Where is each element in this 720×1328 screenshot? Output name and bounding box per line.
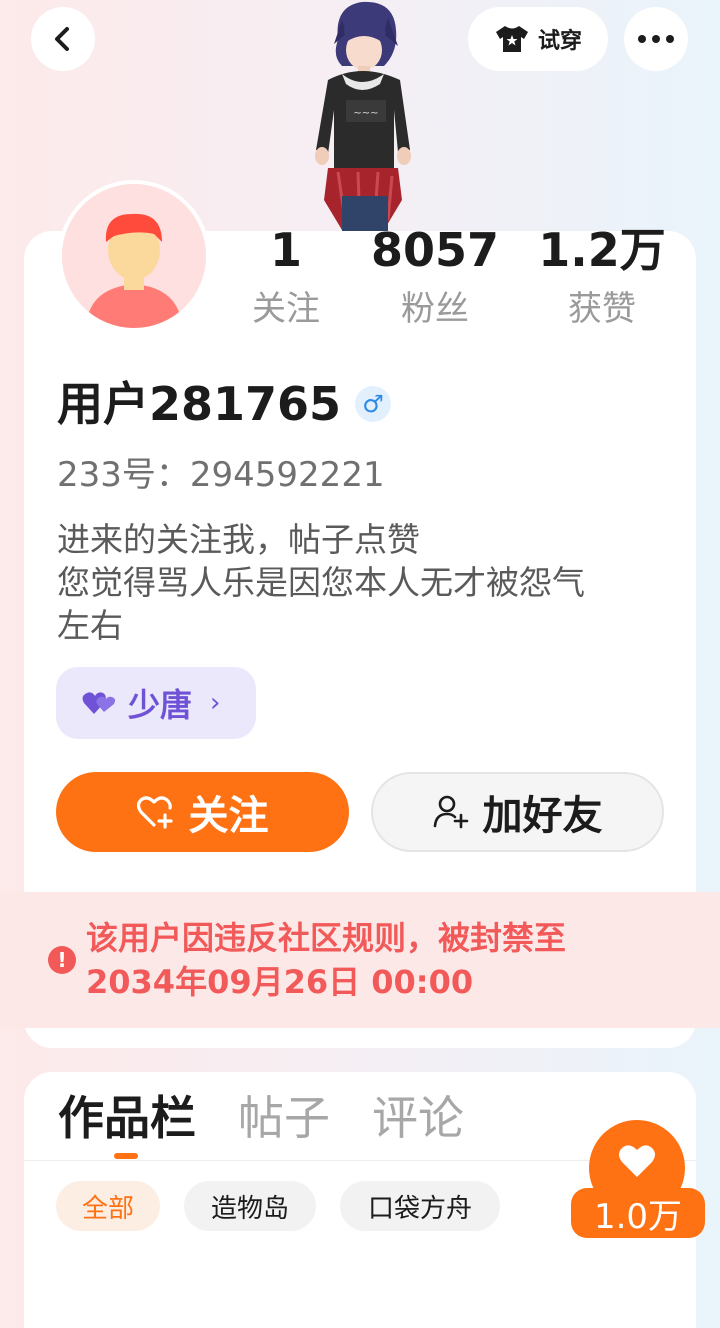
user-id: 233号：294592221 [57,455,385,495]
ellipsis-icon [638,35,674,43]
following-label: 关注 [252,289,320,329]
like-count: 1.0万 [571,1188,705,1238]
username: 用户281765 [57,377,342,431]
follow-label: 关注 [188,793,269,839]
stat-likes[interactable]: 1.2万 获赞 [532,218,672,334]
ban-notice: ! 该用户因违反社区规则，被封禁至 2034年09月26日 00:00 [0,892,720,1028]
heart-plus-icon [136,796,173,829]
filter-chip-creation-island[interactable]: 造物岛 [184,1181,316,1231]
alert-icon: ! [48,946,76,974]
fans-count: 8057 [370,223,500,277]
stat-following[interactable]: 1 关注 [244,218,328,334]
likes-count: 1.2万 [538,223,666,277]
tshirt-icon [495,26,528,52]
default-avatar-image [62,184,206,328]
chevron-left-icon [55,27,69,51]
male-gender-icon: ♂ [355,386,392,422]
back-button[interactable] [31,7,95,71]
double-heart-icon [82,692,116,714]
guild-tag[interactable]: 少唐 › [56,667,256,739]
more-options-button[interactable] [624,7,688,71]
bio: 进来的关注我，帖子点赞 您觉得骂人乐是因您本人无才被怨气 左右 [57,518,667,647]
avatar[interactable] [58,180,210,332]
username-row: 用户281765 ♂ [57,374,392,434]
try-on-label: 试穿 [537,29,582,54]
chevron-right-icon: › [210,688,221,718]
svg-text:~~~: ~~~ [353,108,378,119]
ban-notice-text: 该用户因违反社区规则，被封禁至 2034年09月26日 00:00 [86,916,566,1004]
add-friend-label: 加好友 [482,793,603,839]
guild-name: 少唐 [128,686,193,724]
following-count: 1 [269,223,302,277]
avatar-character-image: ~~~ [298,0,426,232]
bio-line: 左右 [57,606,123,645]
try-on-button[interactable]: 试穿 [468,7,608,71]
filter-chip-pocket-ark[interactable]: 口袋方舟 [340,1181,500,1231]
filter-chip-all[interactable]: 全部 [56,1181,160,1231]
tab-comments[interactable]: 评论 [372,1086,464,1150]
follow-button[interactable]: 关注 [56,772,349,852]
ban-notice-line: 2034年09月26日 00:00 [86,963,474,1001]
active-tab-indicator [114,1153,138,1159]
bio-line: 进来的关注我，帖子点赞 [57,520,420,559]
fans-label: 粉丝 [401,289,469,329]
tab-posts[interactable]: 帖子 [238,1086,330,1150]
likes-label: 获赞 [568,289,636,329]
tab-works[interactable]: 作品栏 [58,1086,196,1150]
add-friend-button[interactable]: 加好友 [371,772,664,852]
ban-notice-line: 该用户因违反社区规则，被封禁至 [86,919,567,957]
heart-icon [619,1145,655,1177]
stat-fans[interactable]: 8057 粉丝 [368,218,502,334]
bio-line: 您觉得骂人乐是因您本人无才被怨气 [57,563,585,602]
add-user-icon [433,795,468,829]
